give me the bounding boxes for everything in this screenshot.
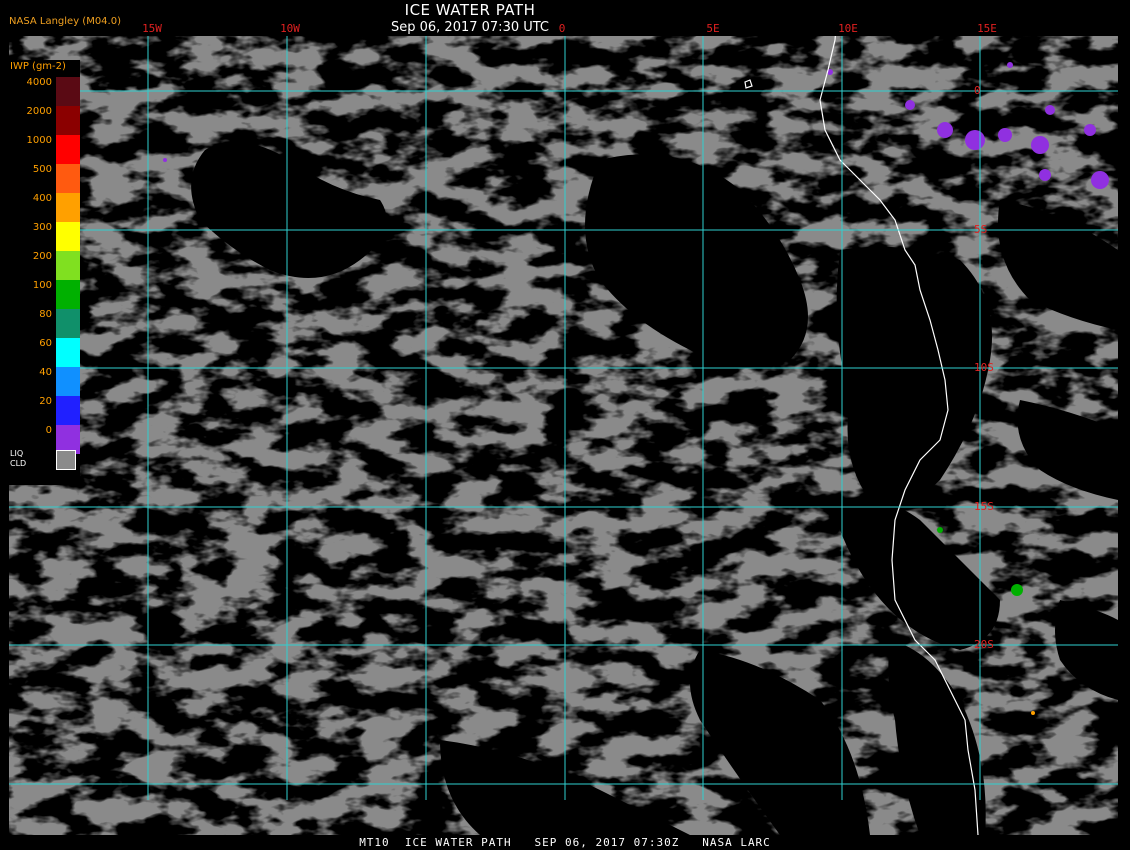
legend-swatch [56, 309, 80, 338]
legend-row: 400 [8, 193, 80, 222]
lat-label-20s: 20S [974, 638, 994, 651]
map-timestamp: Sep 06, 2017 07:30 UTC [390, 20, 550, 35]
liquid-cloud-swatch [56, 450, 76, 470]
legend-value-label: 4000 [26, 77, 52, 88]
legend-row: 300 [8, 222, 80, 251]
legend-row: 20 [8, 396, 80, 425]
legend-row: 200 [8, 251, 80, 280]
legend-row: 60 [8, 338, 80, 367]
data-source-label: NASA Langley (M04.0) [9, 16, 121, 27]
legend-swatch [56, 193, 80, 222]
lat-label-15s: 15S [974, 500, 994, 513]
legend-row: 40 [8, 367, 80, 396]
lon-label-5e: 5E [706, 22, 720, 35]
lon-label-10w: 10W [280, 22, 300, 35]
satellite-map [0, 0, 1130, 850]
legend-value-label: 400 [32, 193, 52, 204]
legend-value-label: 200 [32, 251, 52, 262]
iwp-legend: IWP (gm-2) 4000 2000 1000 500 400 300 200 100 80… [8, 60, 80, 485]
legend-title: IWP (gm-2) [10, 61, 66, 72]
liquid-cloud-label-line1: LIQ [10, 449, 24, 458]
legend-row: 500 [8, 164, 80, 193]
legend-swatch [56, 280, 80, 309]
legend-swatch [56, 396, 80, 425]
legend-value-label: 0 [45, 425, 52, 436]
legend-swatch [56, 135, 80, 164]
legend-value-label: 60 [39, 338, 52, 349]
legend-swatch [56, 367, 80, 396]
lon-label-15e: 15E [977, 22, 997, 35]
liquid-cloud-label: LIQ CLD [10, 449, 26, 469]
legend-value-label: 20 [39, 396, 52, 407]
lon-label-15w: 15W [142, 22, 162, 35]
legend-swatch [56, 77, 80, 106]
legend-value-label: 2000 [26, 106, 52, 117]
legend-value-label: 100 [32, 280, 52, 291]
legend-value-label: 40 [39, 367, 52, 378]
lon-label-10e: 10E [838, 22, 858, 35]
map-title: ICE WATER PATH [404, 1, 536, 19]
liquid-cloud-label-line2: CLD [10, 459, 27, 468]
legend-row: 80 [8, 309, 80, 338]
legend-swatch [56, 106, 80, 135]
legend-row: 4000 [8, 77, 80, 106]
legend-swatch [56, 164, 80, 193]
legend-row: 1000 [8, 135, 80, 164]
legend-row: 100 [8, 280, 80, 309]
lat-label-10s: 10S [974, 361, 994, 374]
legend-swatch [56, 222, 80, 251]
legend-value-label: 1000 [26, 135, 52, 146]
lat-label-0: 0 [974, 84, 981, 97]
legend-value-label: 500 [32, 164, 52, 175]
lat-label-5s: 5S [974, 223, 988, 236]
legend-value-label: 300 [32, 222, 52, 233]
legend-value-label: 80 [39, 309, 52, 320]
lon-label-0: 0 [558, 22, 566, 35]
legend-row: 2000 [8, 106, 80, 135]
footer-caption: MT10 ICE WATER PATH SEP 06, 2017 07:30Z … [0, 835, 1130, 850]
legend-swatch [56, 338, 80, 367]
legend-swatch [56, 251, 80, 280]
